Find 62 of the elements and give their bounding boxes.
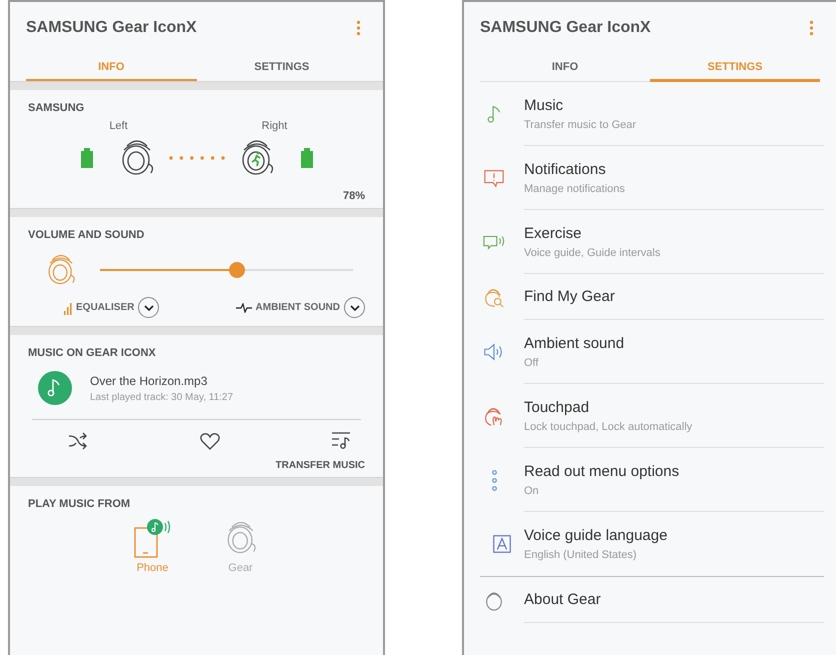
battery-icon [80,148,92,168]
settings-item[interactable]: Find My Gear [464,274,836,320]
settings-item[interactable]: Notifications Manage notifications [464,146,836,210]
setting-description: Voice guide, Guide intervals [524,246,662,258]
section-heading: MUSIC ON GEAR ICONX [28,347,157,359]
speaker-icon [483,341,505,363]
waveform-icon [236,302,252,312]
expand-button[interactable] [344,297,365,318]
setting-title: Voice guide language [524,527,668,544]
setting-title: Find My Gear [524,288,616,305]
settings-item[interactable]: Exercise Voice guide, Guide intervals [464,210,836,274]
earbud-label: Right [262,120,288,132]
settings-item[interactable]: Read out menu options On [464,448,836,512]
setting-title: About Gear [524,591,602,608]
music-note-icon [38,371,72,405]
setting-title: Ambient sound [524,334,626,352]
equaliser-label: EQUALISER [76,302,134,313]
earbud-search-icon [483,286,505,308]
setting-description: Transfer music to Gear [524,118,638,130]
dotted-connection-icon [168,156,224,160]
playlist-icon[interactable] [331,432,351,450]
app-title: SAMSUNG Gear IconX [26,19,197,37]
speech-bubble-alert-icon [483,167,505,189]
settings-item[interactable]: About Gear [464,577,836,623]
setting-description: English (United States) [524,549,638,561]
transfer-music-button[interactable]: TRANSFER MUSIC [276,460,365,471]
setting-description: Manage notifications [524,182,626,194]
earbud-finger-icon [483,405,505,427]
setting-description: On [524,484,540,496]
expand-button[interactable] [138,297,160,318]
letter-a-icon [491,533,513,555]
volume-slider[interactable] [100,262,353,278]
setting-title: Read out menu options [524,462,680,480]
settings-item[interactable]: Touchpad Lock touchpad, Lock automatically [464,384,836,448]
settings-item[interactable]: Voice guide language English (United States) [480,512,824,577]
chevron-down-icon [144,304,154,310]
tab[interactable]: INFO [480,54,650,82]
section-heading: VOLUME AND SOUND [28,229,146,241]
equaliser-icon [64,300,72,314]
setting-description: Lock touchpad, Lock automatically [524,420,694,432]
setting-title: Music [524,96,564,114]
battery-percentage: 78% [342,190,365,202]
setting-title: Touchpad [524,398,590,416]
earbud-label: Left [109,120,128,132]
heart-icon[interactable] [200,432,220,450]
settings-item[interactable]: Music Transfer music to Gear [464,82,836,146]
setting-description: Off [524,356,540,368]
tab[interactable]: SETTINGS [196,54,367,82]
ambient-sound-label: AMBIENT SOUND [256,302,340,313]
chevron-down-icon [350,304,360,310]
section-heading: SAMSUNG [28,102,86,114]
last-played-text: Last played track: 30 May, 11:27 [90,392,234,402]
section-heading: PLAY MUSIC FROM [28,498,132,510]
app-title: SAMSUNG Gear IconX [480,19,651,37]
phone-music-icon [132,518,172,558]
setting-title: Notifications [524,160,607,178]
setting-title: Exercise [524,224,583,242]
settings-item[interactable]: Ambient sound Off [464,320,836,384]
shuffle-icon[interactable] [68,432,88,450]
dots-icon [492,470,496,490]
track-title: Over the Horizon.mp3 [90,374,208,388]
battery-icon [300,148,312,168]
